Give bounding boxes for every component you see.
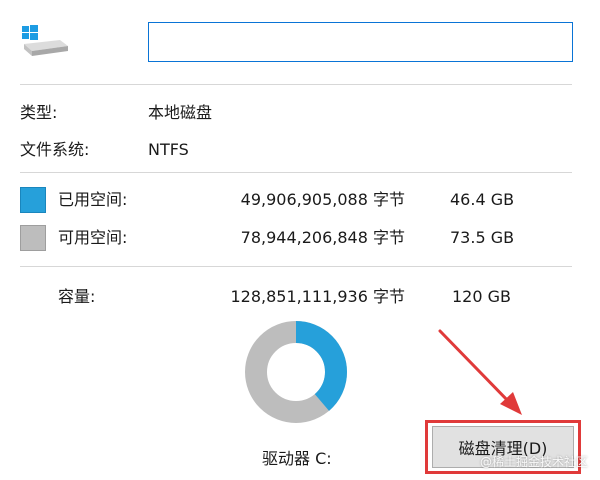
used-space-swatch: [20, 187, 46, 213]
watermark-text: @稀土掘金技术社区: [479, 455, 588, 469]
free-space-label: 可用空间:: [58, 228, 128, 247]
capacity-bytes: 128,851,111,936 字节: [230, 287, 405, 306]
used-space-size: 46.4 GB: [450, 190, 515, 209]
capacity-label: 容量:: [58, 287, 96, 306]
free-space-swatch: [20, 225, 46, 251]
used-space-bytes: 49,906,905,088 字节: [240, 190, 405, 209]
separator: [20, 266, 572, 267]
separator: [20, 172, 572, 173]
drive-name-input[interactable]: [148, 22, 573, 62]
used-space-label: 已用空间:: [58, 190, 128, 209]
free-space-bytes: 78,944,206,848 字节: [240, 228, 405, 247]
free-space-size: 73.5 GB: [450, 228, 515, 247]
separator: [20, 84, 572, 85]
drive-icon: [20, 24, 70, 58]
filesystem-label: 文件系统:: [20, 140, 90, 159]
usage-donut-chart: [245, 321, 347, 423]
annotation-arrow: [438, 329, 522, 415]
type-label: 类型:: [20, 103, 58, 122]
filesystem-value: NTFS: [148, 140, 189, 159]
drive-letter-label: 驱动器 C:: [262, 449, 332, 468]
capacity-size: 120 GB: [452, 287, 511, 306]
type-value: 本地磁盘: [148, 103, 213, 122]
